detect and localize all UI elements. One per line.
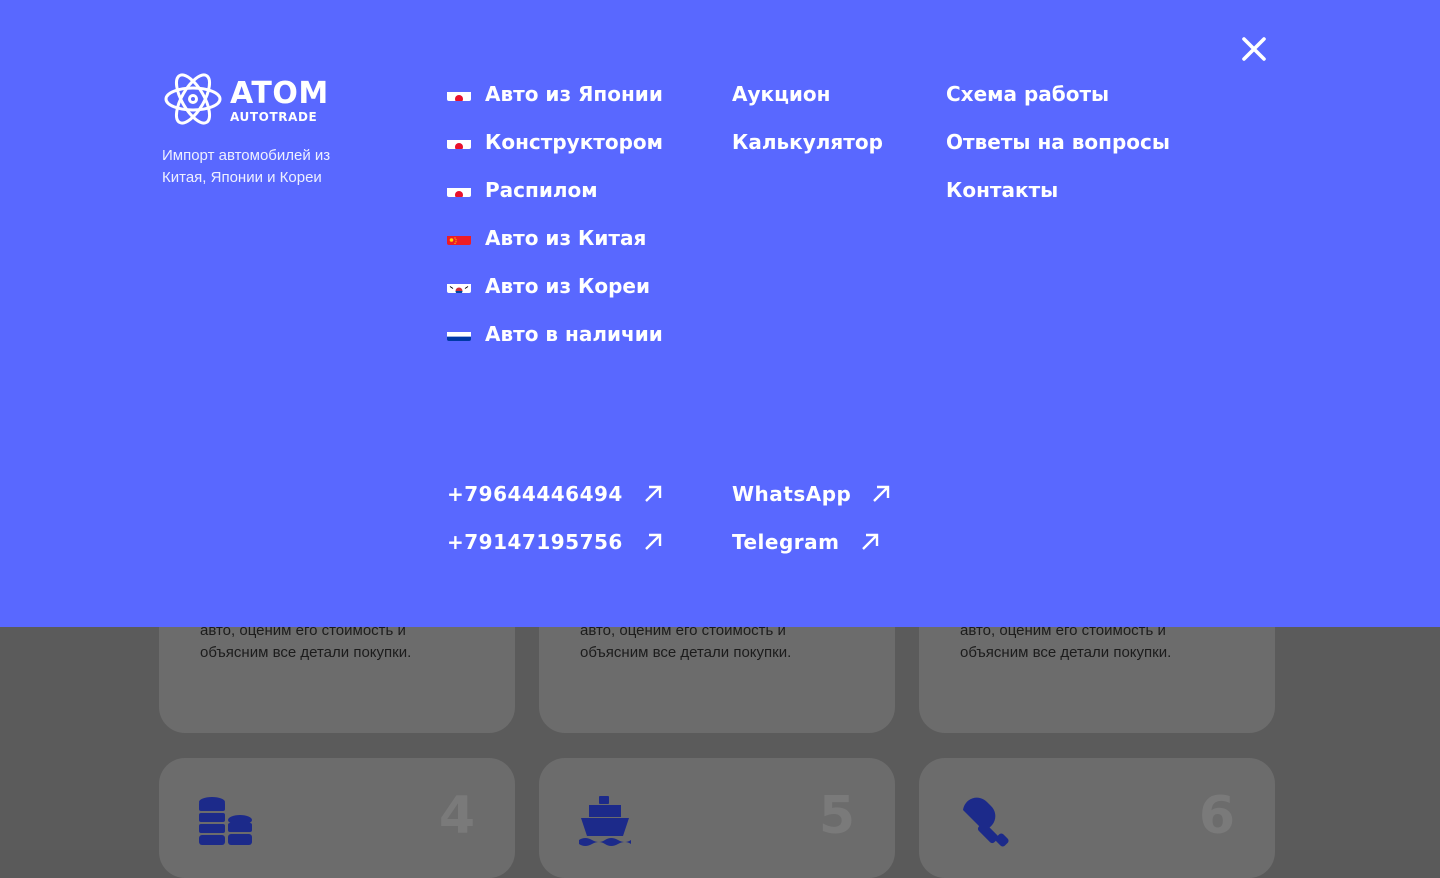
menu-column-tools: Аукцион Калькулятор: [732, 70, 883, 166]
coins-icon: [199, 796, 253, 852]
japan-flag-icon: [447, 87, 471, 101]
arrow-up-right-icon: [643, 484, 663, 504]
step-number: 4: [438, 786, 475, 846]
menu-item-in-stock[interactable]: Авто в наличии: [447, 310, 663, 358]
key-icon: [959, 796, 1013, 854]
menu-item-calculator[interactable]: Калькулятор: [732, 118, 883, 166]
arrow-up-right-icon: [871, 484, 891, 504]
menu-item-workflow[interactable]: Схема работы: [946, 70, 1170, 118]
korea-flag-icon: [447, 279, 471, 293]
russia-flag-icon: [447, 327, 471, 341]
menu-column-import: Авто из Японии Конструктором Распилом Ав…: [447, 70, 663, 358]
menu-item-cut[interactable]: Распилом: [447, 166, 663, 214]
menu-item-japan[interactable]: Авто из Японии: [447, 70, 663, 118]
ship-icon: [579, 796, 631, 854]
brand-logo[interactable]: ATOM AUTOTRADE: [162, 68, 329, 134]
menu-item-faq[interactable]: Ответы на вопросы: [946, 118, 1170, 166]
menu-item-china[interactable]: Авто из Китая: [447, 214, 663, 262]
arrow-up-right-icon: [860, 532, 880, 552]
japan-flag-icon: [447, 183, 471, 197]
menu-item-constructor[interactable]: Конструктором: [447, 118, 663, 166]
step-number: 5: [818, 786, 855, 846]
step-card-5: 5: [539, 758, 895, 878]
step-card-4: 4: [159, 758, 515, 878]
close-icon[interactable]: [1238, 33, 1270, 65]
phone-link-1[interactable]: +79644446494: [447, 482, 663, 506]
menu-item-contacts[interactable]: Контакты: [946, 166, 1170, 214]
telegram-link[interactable]: Telegram: [732, 530, 880, 554]
whatsapp-link[interactable]: WhatsApp: [732, 482, 891, 506]
step-number: 6: [1198, 786, 1235, 846]
menu-item-auction[interactable]: Аукцион: [732, 70, 883, 118]
menu-column-info: Схема работы Ответы на вопросы Контакты: [946, 70, 1170, 214]
menu-overlay: ATOM AUTOTRADE Импорт автомобилей из Кит…: [0, 0, 1440, 627]
china-flag-icon: [447, 231, 471, 245]
phone-link-2[interactable]: +79147195756: [447, 530, 663, 554]
brand-tagline: Импорт автомобилей из Китая, Японии и Ко…: [162, 147, 331, 186]
arrow-up-right-icon: [643, 532, 663, 552]
brand-name: ATOM: [230, 75, 329, 111]
step-card-6: 6: [919, 758, 1275, 878]
atom-icon: [162, 68, 224, 134]
japan-flag-icon: [447, 135, 471, 149]
menu-item-korea[interactable]: Авто из Кореи: [447, 262, 663, 310]
brand-subtitle: AUTOTRADE: [230, 109, 318, 124]
